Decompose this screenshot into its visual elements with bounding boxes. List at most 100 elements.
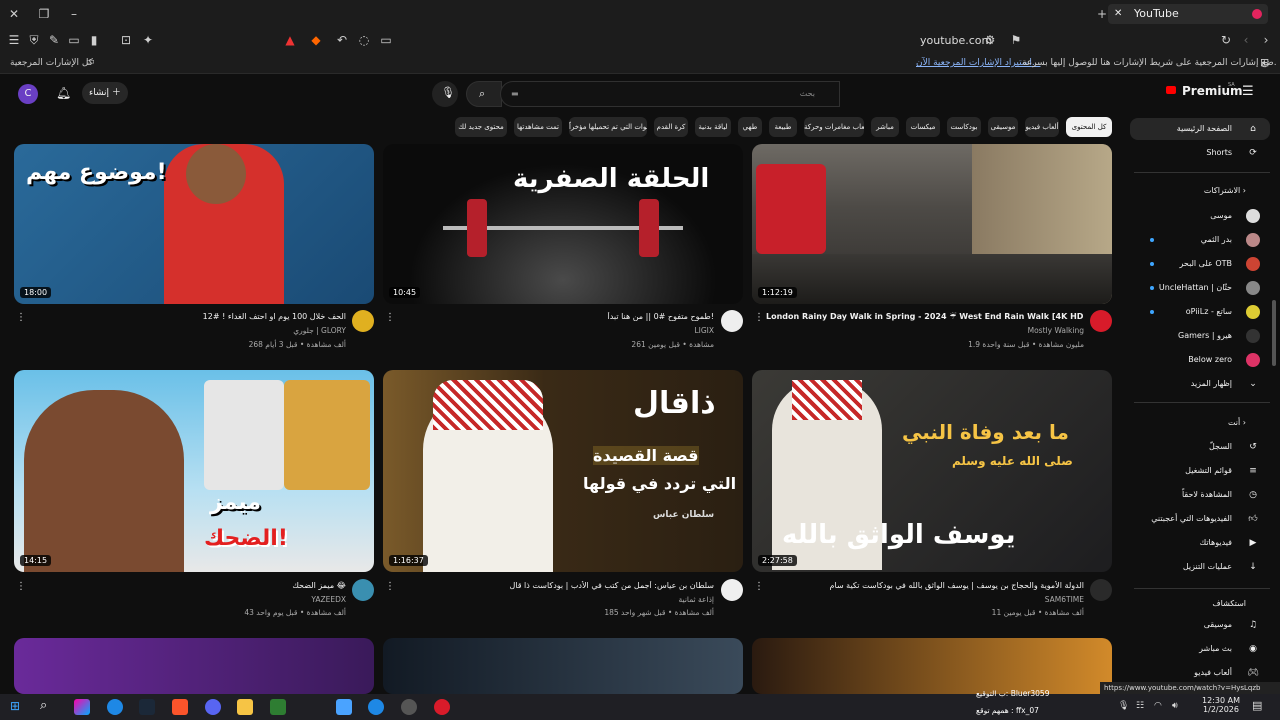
app-icon[interactable] <box>401 699 417 715</box>
site-settings-icon[interactable]: ⚙ <box>982 32 998 48</box>
you-heading[interactable]: أنت › <box>1130 418 1270 427</box>
notifications-center-icon[interactable]: ▤ <box>1252 699 1262 712</box>
store-icon[interactable] <box>270 699 286 715</box>
sidebar-item-home[interactable]: الصفحة الرئيسية ⌂ <box>1130 118 1270 140</box>
close-tab-icon[interactable]: ✕ <box>1114 4 1122 24</box>
sidebar-subscription[interactable]: Gamers | هيرو <box>1130 325 1270 347</box>
filter-chip[interactable]: موسيقى <box>988 117 1018 137</box>
channel-avatar[interactable] <box>721 579 743 601</box>
steam-icon[interactable] <box>139 699 155 715</box>
guide-menu-icon[interactable]: ☰ <box>1242 84 1254 99</box>
sidebar-subscription[interactable]: UncleHattan | حتّان <box>1130 277 1270 299</box>
menu-icon[interactable]: ☰ <box>6 32 22 48</box>
brave-shield-icon[interactable]: ◆ <box>308 32 324 48</box>
filter-chip[interactable]: مباشر <box>871 117 899 137</box>
sidebar-subscription[interactable]: على البحر OTB <box>1130 253 1270 275</box>
sidebar-subscription[interactable]: oPiiLz - ساتع <box>1130 301 1270 323</box>
sidebar-you-item[interactable]: المشاهدة لاحقاً ◷ <box>1130 484 1270 506</box>
channel-name[interactable]: Mostly Walking <box>766 326 1084 335</box>
copilot-icon[interactable] <box>74 699 90 715</box>
sidebar-you-item[interactable]: فيديوهاتك ▶ <box>1130 532 1270 554</box>
taskbar-clock[interactable]: 12:30 AM 1/2/2026 <box>1202 696 1240 714</box>
search-button[interactable]: ⌕ <box>466 81 502 107</box>
sidebar-icon[interactable]: ▮ <box>86 32 102 48</box>
forward-icon[interactable]: › <box>1258 32 1274 48</box>
video-title[interactable]: سلطان بن عياس: أجمل من كتب في الأدب | بو… <box>396 581 714 590</box>
sidebar-you-item[interactable]: السجلّ ↺ <box>1130 436 1270 458</box>
chat-icon[interactable]: ◌ <box>356 32 372 48</box>
video-title[interactable]: الدولة الأموية والحجاج بن يوسف | يوسف ال… <box>766 581 1084 590</box>
sidebar-you-item[interactable]: عمليات التنزيل ↓ <box>1130 556 1270 578</box>
filter-chip[interactable]: محتوى جديد لك <box>455 117 507 137</box>
video-thumbnail[interactable] <box>14 638 374 694</box>
video-title[interactable]: طموح متفوح #0 || من هنا تبدأ! <box>396 312 714 321</box>
extensions-icon[interactable]: ✎ <box>46 32 62 48</box>
voice-search-button[interactable]: 🎙︎ <box>432 81 458 107</box>
keyboard-icon[interactable]: ▬ <box>511 89 519 98</box>
network-icon[interactable]: ☷ <box>1136 701 1144 711</box>
channel-name[interactable]: جلوري | GLORY <box>28 326 346 335</box>
sidebar-subscription[interactable]: موسى <box>1130 205 1270 227</box>
channel-avatar[interactable] <box>721 310 743 332</box>
filter-chip[interactable]: الفنوات التي تم تحميلها مؤخراً <box>569 117 647 137</box>
create-button[interactable]: إنشاء ＋ <box>82 82 128 104</box>
volume-icon[interactable]: 🔊︎ <box>1172 701 1178 711</box>
video-title[interactable]: الحف خلال 100 يوم او احتف الغداء ! #12 <box>28 312 346 321</box>
channel-avatar[interactable] <box>1090 579 1112 601</box>
more-options-icon[interactable]: ⋮ <box>754 312 764 323</box>
channel-avatar[interactable] <box>352 579 374 601</box>
more-options-icon[interactable]: ⋮ <box>16 312 26 323</box>
filter-chip[interactable]: ألعاب فيديو <box>1025 117 1059 137</box>
youtube-logo-icon[interactable] <box>1166 86 1176 94</box>
back-icon[interactable]: ‹ <box>1238 32 1254 48</box>
all-bookmarks-link[interactable]: كل الإشارات المرجعية <box>10 58 93 68</box>
search-input[interactable]: بحث ▬ <box>500 81 840 107</box>
app-icon[interactable] <box>434 699 450 715</box>
avatar[interactable]: C <box>18 84 38 104</box>
video-thumbnail[interactable]: ميمز الضحك! 14:15 <box>14 370 374 572</box>
sidebar-scrollbar[interactable] <box>1272 300 1276 366</box>
screenshot-icon[interactable]: ⊡ <box>118 32 134 48</box>
sidebar-item-shorts[interactable]: Shorts ⟳ <box>1130 142 1270 164</box>
reload-icon[interactable]: ↻ <box>1218 32 1234 48</box>
app-icon[interactable] <box>368 699 384 715</box>
filter-chip[interactable]: بودكاست <box>947 117 981 137</box>
channel-avatar[interactable] <box>1090 310 1112 332</box>
sidebar-explore-item[interactable]: ألعاب فيديو 🎮︎ <box>1130 662 1270 684</box>
video-thumbnail[interactable]: موضوع مهم! 18:00 <box>14 144 374 304</box>
channel-name[interactable]: إذاعة ثمانية <box>396 595 714 604</box>
bookmark-icon[interactable]: ⚑ <box>1008 32 1024 48</box>
app-icon[interactable] <box>336 699 352 715</box>
file-explorer-icon[interactable] <box>237 699 253 715</box>
sidebar-show-more[interactable]: إظهار المزيد ⌄ <box>1130 373 1270 395</box>
sidebar-explore-item[interactable]: بث مباشر ◉ <box>1130 638 1270 660</box>
channel-name[interactable]: LIGIX <box>396 326 714 335</box>
taskbar-search-icon[interactable]: ⌕ <box>40 698 47 713</box>
more-options-icon[interactable]: ⋮ <box>385 312 395 323</box>
channel-name[interactable]: SAM6TIME <box>766 595 1084 604</box>
video-thumbnail[interactable]: الحلقة الصفرية 10:45 <box>383 144 743 304</box>
channel-avatar[interactable] <box>352 310 374 332</box>
filter-chip[interactable]: طبيعة <box>769 117 797 137</box>
minimize-window-icon[interactable]: – <box>66 6 82 22</box>
video-title[interactable]: ميمز الضحك 😂 <box>28 581 346 590</box>
tab-youtube[interactable]: YouTube ✕ <box>1108 4 1268 24</box>
discord-icon[interactable] <box>205 699 221 715</box>
more-options-icon[interactable]: ⋮ <box>385 581 395 592</box>
apps-grid-icon[interactable]: ⊞ <box>1260 56 1269 69</box>
filter-chip[interactable]: تمت مشاهدتها <box>514 117 562 137</box>
edge-icon[interactable] <box>107 699 123 715</box>
tabs-icon[interactable]: ▭ <box>66 32 82 48</box>
filter-chip[interactable]: لياقة بدنية <box>695 117 731 137</box>
sidebar-you-item[interactable]: الفيديوهات التي أعجبتني 👍︎ <box>1130 508 1270 530</box>
windows-start-icon[interactable]: ⊞ <box>10 699 20 713</box>
notifications-bell-icon[interactable]: 🔔︎ <box>56 86 71 100</box>
video-thumbnail[interactable] <box>383 638 743 694</box>
video-thumbnail[interactable]: ما بعد وفاة النبي صلى الله عليه وسلم يوس… <box>752 370 1112 572</box>
restore-window-icon[interactable]: ❐ <box>36 6 52 22</box>
video-title[interactable]: London Rainy Day Walk in Spring - 2024 ☔… <box>766 312 1084 321</box>
undo-icon[interactable]: ↶ <box>334 32 350 48</box>
brave-icon[interactable] <box>172 699 188 715</box>
filter-chip[interactable]: ألعاب مغامرات وحركة <box>804 117 864 137</box>
video-thumbnail[interactable]: ذاقال قصة القصيدة التي تردد في قولها سلط… <box>383 370 743 572</box>
